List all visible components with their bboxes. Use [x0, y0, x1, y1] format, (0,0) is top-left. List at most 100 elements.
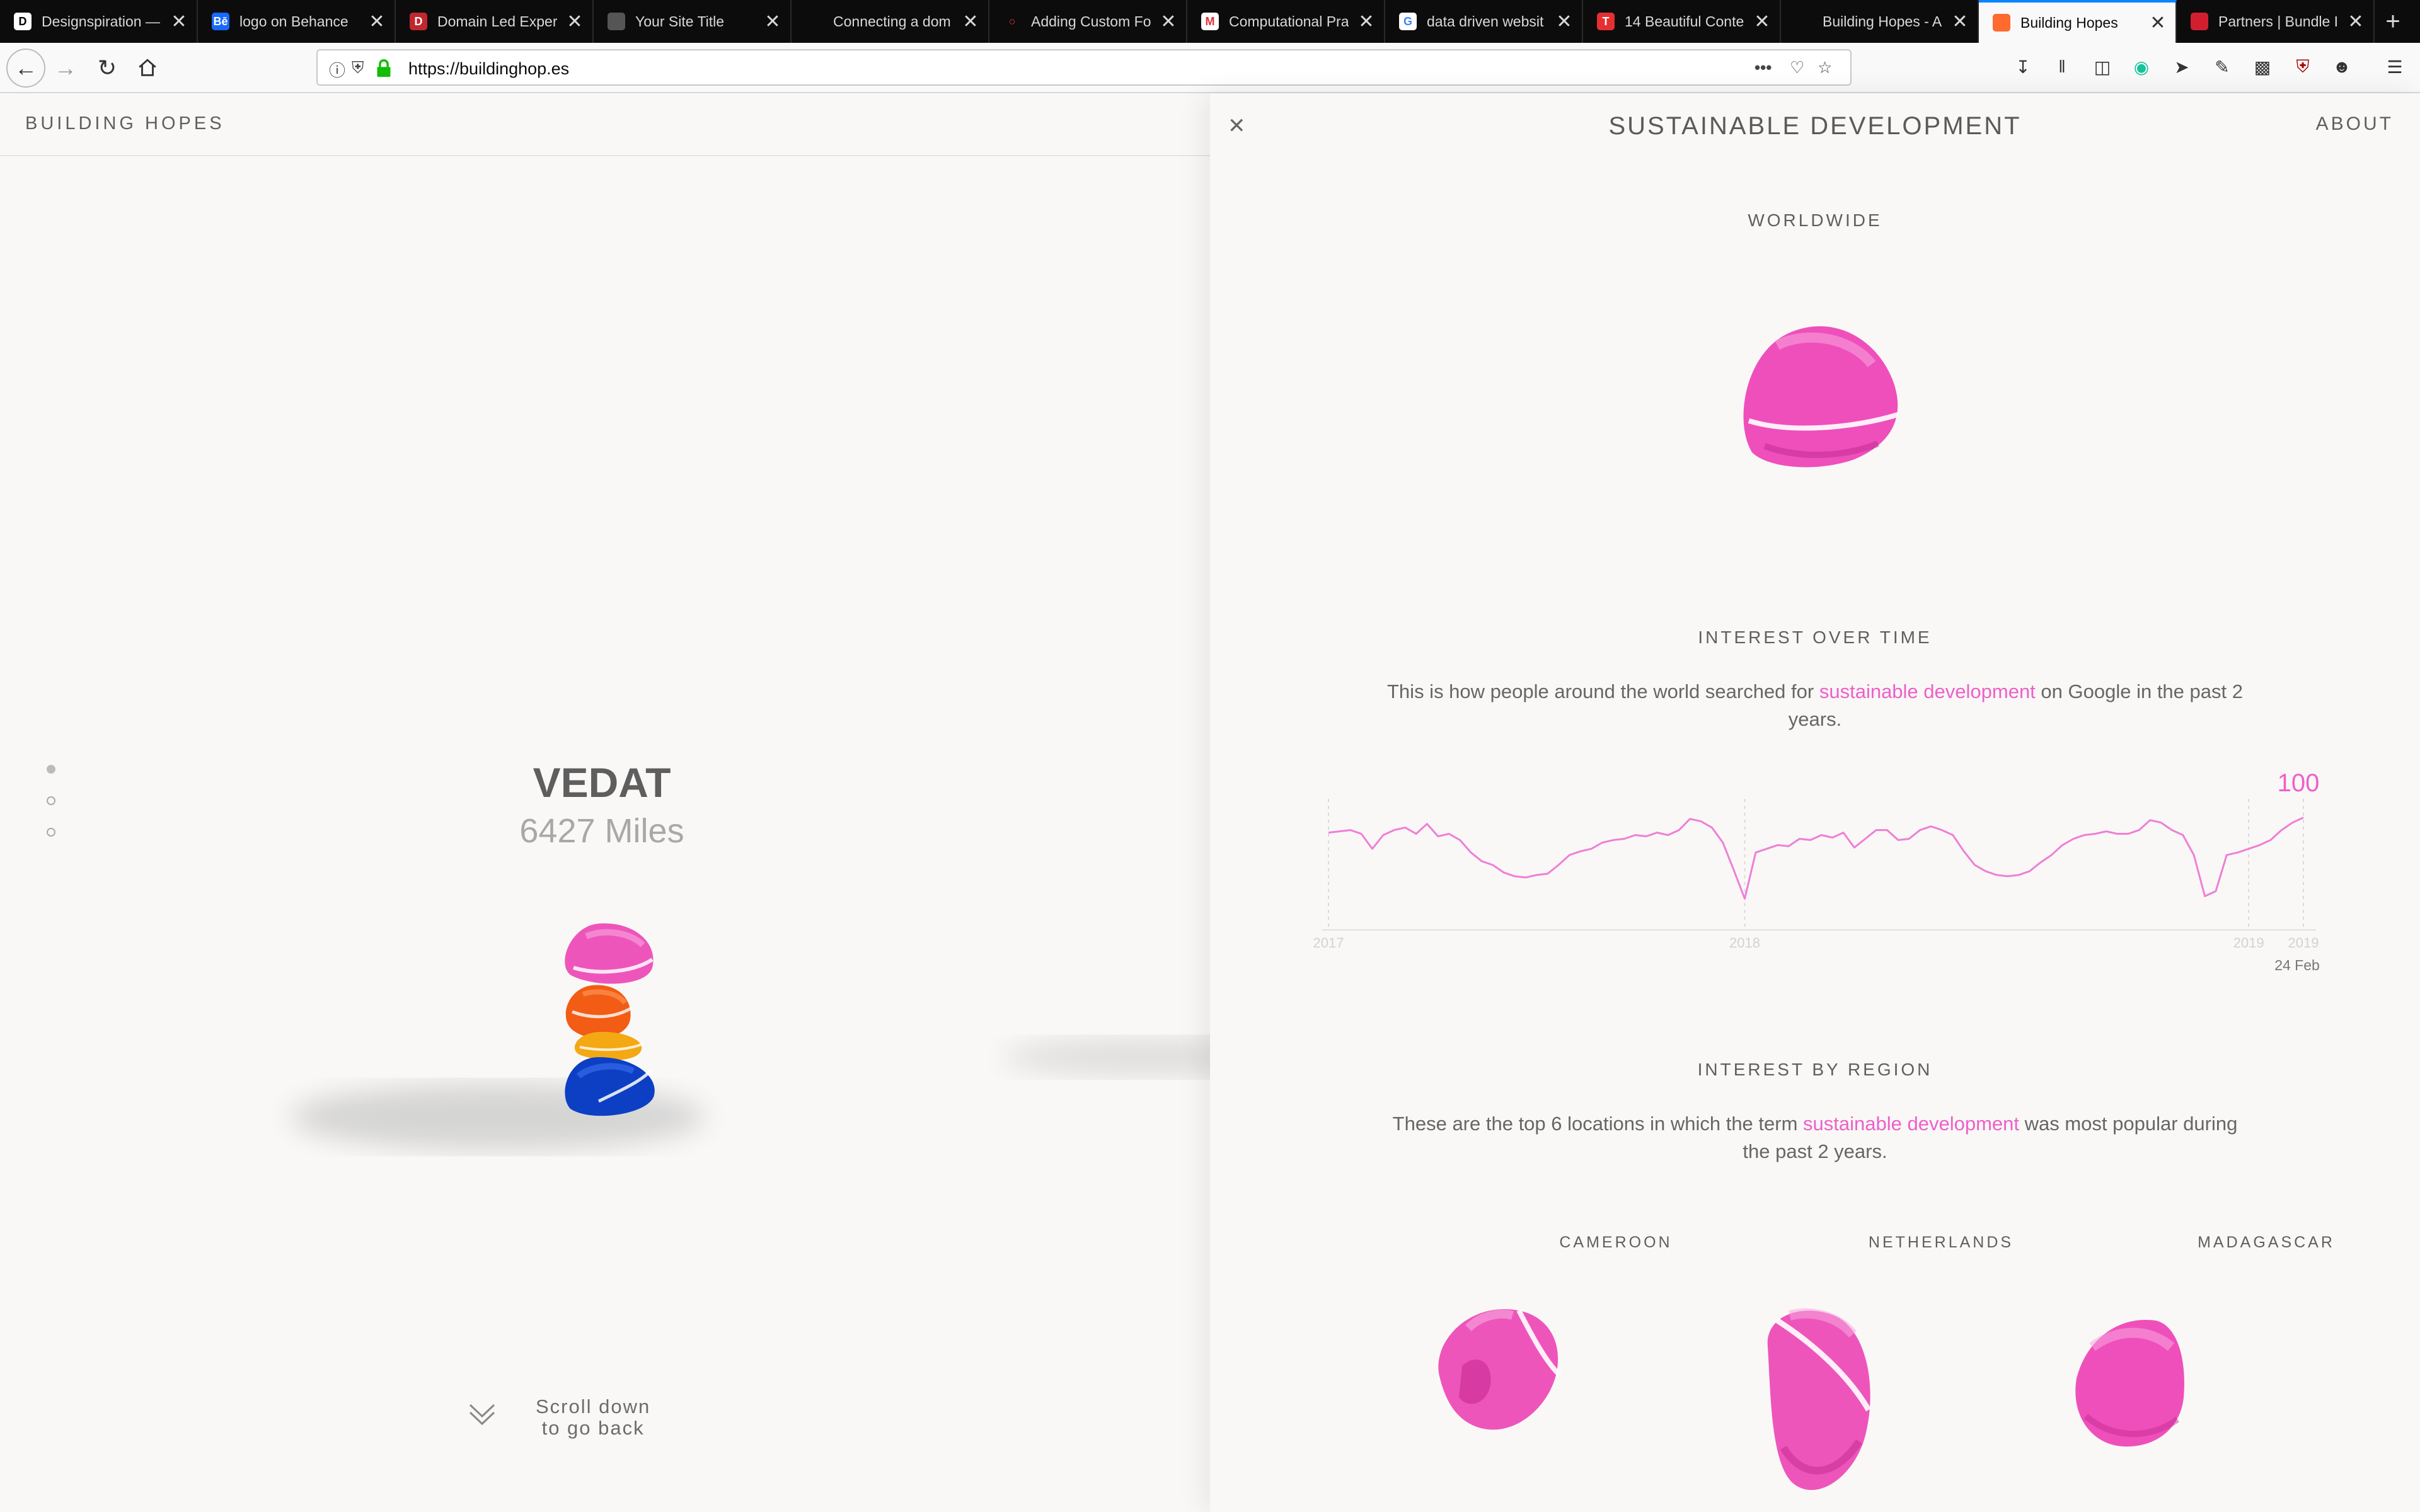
bookmark-star-icon[interactable]: ☆ [1818, 58, 1832, 77]
region-stone-madagascar[interactable] [2075, 1319, 2184, 1447]
favicon-icon [608, 13, 625, 30]
browser-tab[interactable]: D Designspiration — ✕ [0, 0, 198, 43]
cursor-extension-icon[interactable]: ➤ [2169, 54, 2194, 79]
favicon-icon: D [410, 13, 427, 30]
favicon-icon [1993, 14, 2010, 32]
region-stones [1438, 1308, 2184, 1491]
browser-tab[interactable]: ○ Adding Custom Fo ✕ [989, 0, 1187, 43]
url-text[interactable]: https://buildinghop.es [408, 59, 569, 79]
topic-detail-panel: ✕ SUSTAINABLE DEVELOPMENT ABOUT WORLDWID… [1210, 93, 2420, 1512]
browser-tab[interactable]: Bē logo on Behance ✕ [198, 0, 396, 43]
favicon-icon: T [1597, 13, 1615, 30]
tracking-shield-icon[interactable]: ⛨ [352, 58, 364, 78]
chart-date-label: 24 Feb [2274, 957, 2320, 973]
tab-close-icon[interactable]: ✕ [161, 11, 197, 33]
tab-close-icon[interactable]: ✕ [557, 11, 592, 33]
tab-title: Computational Pra [1229, 13, 1349, 30]
browser-tab[interactable]: T 14 Beautiful Conte ✕ [1583, 0, 1781, 43]
browser-tab[interactable]: M Computational Pra ✕ [1187, 0, 1385, 43]
pocket-icon[interactable]: ♡ [1790, 58, 1804, 77]
home-icon [139, 59, 156, 76]
browser-tab[interactable]: Gdata driven websit ✕ [1385, 0, 1583, 43]
tab-title: Partners | Bundle I [2218, 13, 2338, 30]
region-label: MADAGASCAR [2198, 1234, 2335, 1251]
chart-tick-label: 2019 [2288, 935, 2319, 951]
tab-close-icon[interactable]: ✕ [1547, 11, 1582, 33]
back-button[interactable]: ← [6, 49, 45, 88]
account-icon[interactable]: ☻ [2329, 54, 2354, 79]
favicon-icon [2191, 13, 2208, 30]
grammarly-icon[interactable]: ◉ [2129, 54, 2154, 79]
region-stone-cameroon[interactable] [1438, 1309, 1562, 1430]
home-button[interactable] [129, 49, 166, 87]
page-actions-icon[interactable]: ••• [1754, 58, 1772, 77]
browser-tab[interactable]: Building Hopes ✕ [1979, 0, 2177, 43]
tab-close-icon[interactable]: ✕ [2140, 12, 2175, 34]
person-name: VEDAT [533, 759, 671, 806]
region-label: NETHERLANDS [1868, 1234, 2014, 1251]
tab-title: Designspiration — [42, 13, 160, 30]
scroll-hint-line2: to go back [541, 1417, 645, 1439]
ublock-icon[interactable]: ⛨ [2290, 54, 2315, 79]
reload-icon: ↻ [97, 55, 117, 81]
browser-tab[interactable]: Partners | Bundle I ✕ [2177, 0, 2375, 43]
tab-close-icon[interactable]: ✕ [2338, 11, 2373, 33]
tab-title: Your Site Title [635, 13, 725, 30]
chart-tick-label: 2017 [1313, 935, 1344, 951]
chart-tick-label: 2019 [2233, 935, 2264, 951]
tab-close-icon[interactable]: ✕ [1349, 11, 1384, 33]
favicon-icon [805, 13, 823, 30]
description-text: These are the top 6 locations in which t… [1392, 1113, 1804, 1135]
search-term-link[interactable]: sustainable development [1803, 1113, 2019, 1135]
browser-tab[interactable]: Your Site Title ✕ [594, 0, 792, 43]
tab-close-icon[interactable]: ✕ [1942, 11, 1978, 33]
chevron-down-icon[interactable] [466, 1399, 498, 1430]
tab-close-icon[interactable]: ✕ [1744, 11, 1780, 33]
address-bar[interactable]: ⓘ ⛨ https://buildinghop.es ••• ♡ ☆ [316, 49, 1852, 86]
tab-title: Building Hopes [2020, 14, 2118, 31]
new-tab-button[interactable]: + [2375, 0, 2411, 43]
tab-close-icon[interactable]: ✕ [953, 11, 988, 33]
favicon-icon: Bē [212, 13, 229, 30]
navigation-bar: ← → ↻ ⓘ ⛨ https://buildinghop.es ••• ♡ ☆… [0, 43, 2420, 93]
tab-title: Connecting a dom [833, 13, 951, 30]
favicon-icon: M [1201, 13, 1219, 30]
tab-title: Domain Led Exper [437, 13, 557, 30]
browser-tab[interactable]: D Domain Led Exper ✕ [396, 0, 594, 43]
browser-tab[interactable]: Building Hopes - A ✕ [1781, 0, 1979, 43]
chart-series-line [1328, 816, 2304, 900]
person-miles: 6427 Miles [519, 812, 684, 850]
lock-icon[interactable] [376, 59, 392, 77]
favicon-icon: ○ [1003, 13, 1021, 30]
menu-icon[interactable]: ☰ [2382, 54, 2407, 79]
tab-title: logo on Behance [239, 13, 349, 30]
tab-title: 14 Beautiful Conte [1625, 13, 1744, 30]
tab-title: data driven websit [1427, 13, 1544, 30]
extension-icon[interactable]: ▩ [2250, 54, 2275, 79]
chart-peak-label: 100 [2278, 769, 2320, 797]
eyedropper-icon[interactable]: ✎ [2210, 54, 2235, 79]
favicon-icon: G [1399, 13, 1417, 30]
library-icon[interactable]: ‖ [2049, 54, 2075, 79]
tab-title: Building Hopes - A [1823, 13, 1942, 30]
visualization-panel: BUILDING HOPES VEDAT 6427 Miles Scroll d… [0, 93, 1210, 1512]
browser-tab[interactable]: Connecting a dom ✕ [792, 0, 989, 43]
back-arrow-icon: ← [14, 55, 37, 81]
forward-arrow-icon: → [54, 55, 77, 81]
region-stone-netherlands[interactable] [1767, 1308, 1871, 1491]
tab-close-icon[interactable]: ✕ [755, 11, 790, 33]
sidebar-icon[interactable]: ◫ [2090, 54, 2115, 79]
tab-bar: D Designspiration — ✕ Bē logo on Behance ✕ D Do… [0, 0, 2420, 43]
favicon-icon [1795, 13, 1812, 30]
forward-button[interactable]: → [47, 49, 84, 87]
downloads-icon[interactable]: ↧ [2010, 54, 2036, 79]
stone-stack[interactable] [504, 868, 668, 1133]
reload-button[interactable]: ↻ [88, 49, 126, 87]
info-icon[interactable]: ⓘ [329, 58, 345, 81]
tab-close-icon[interactable]: ✕ [359, 11, 395, 33]
interest-by-region-description: These are the top 6 locations in which t… [1380, 1110, 2250, 1166]
favicon-icon: D [14, 13, 32, 30]
tab-close-icon[interactable]: ✕ [1151, 11, 1186, 33]
scroll-hint[interactable]: Scroll down to go back [536, 1396, 650, 1439]
tab-title: Adding Custom Fo [1031, 13, 1151, 30]
